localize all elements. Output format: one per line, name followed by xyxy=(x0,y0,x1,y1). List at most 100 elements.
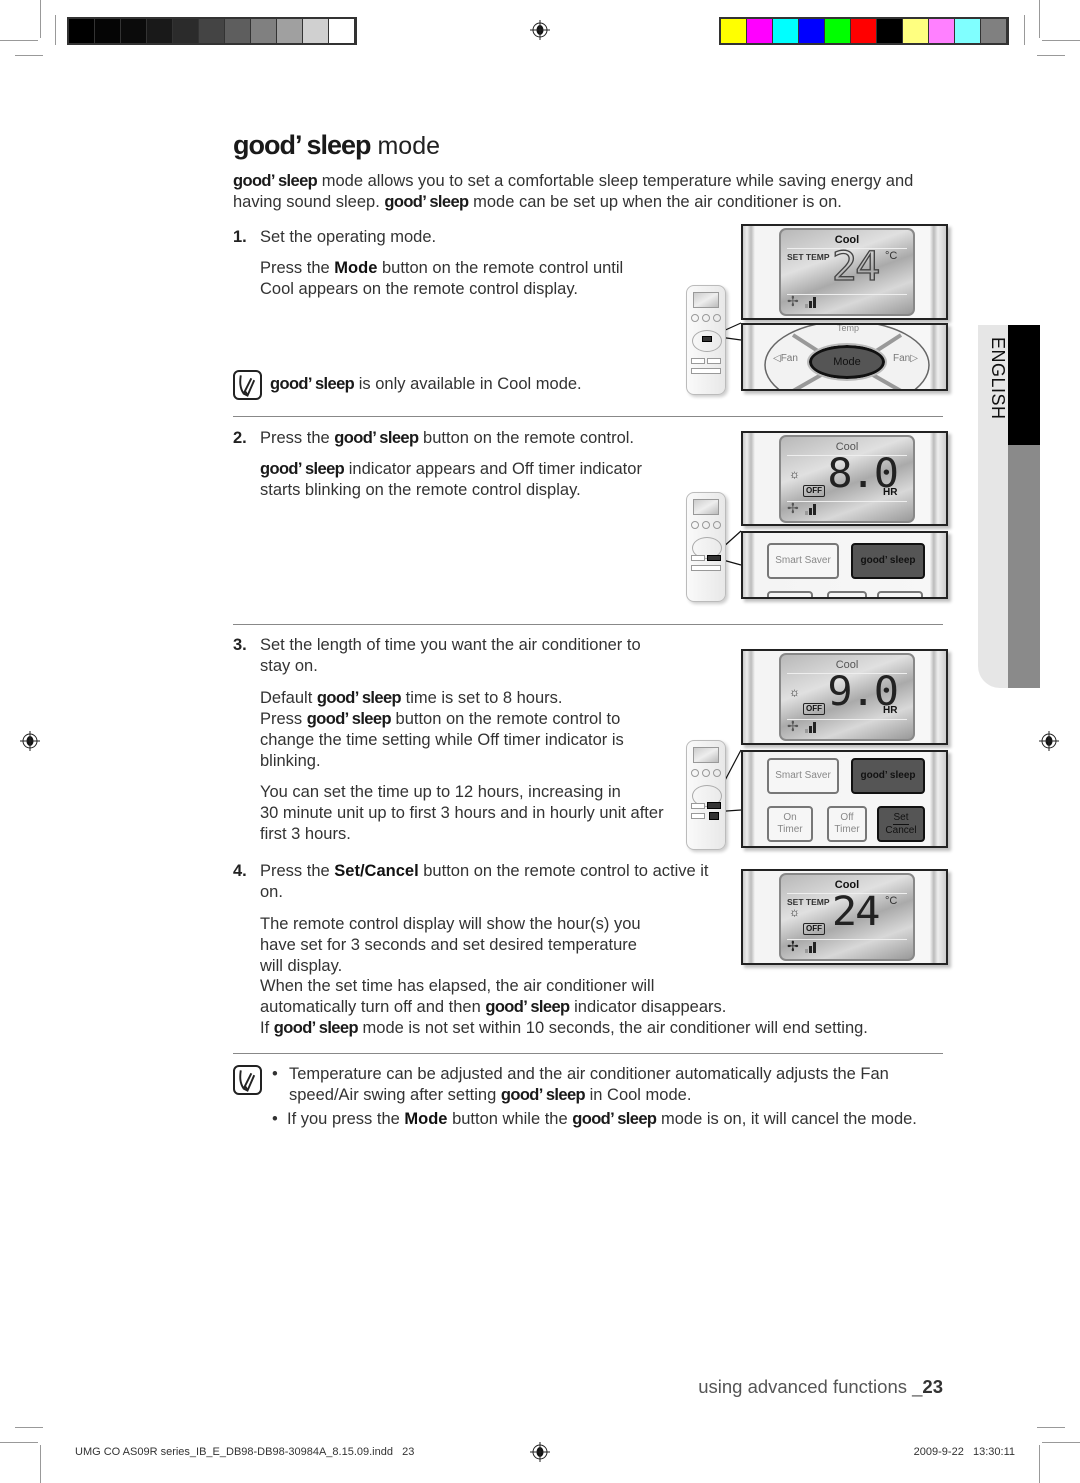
step-body: Press the Mode button on the remote cont… xyxy=(260,258,623,300)
set-cancel-button[interactable] xyxy=(877,591,923,597)
title-suffix: mode xyxy=(370,132,441,160)
text-line: starts blinking on the remote control di… xyxy=(260,480,642,501)
language-tab-marker xyxy=(1008,325,1040,445)
fan-speed-icon xyxy=(805,722,816,733)
off-timer-indicator: OFF xyxy=(803,485,825,497)
text-run: will display. xyxy=(260,956,343,975)
crop-mark xyxy=(1042,1442,1080,1443)
crop-mark xyxy=(1037,1427,1065,1428)
crop-mark xyxy=(55,15,56,45)
button-name: Set/Cancel xyxy=(334,862,419,880)
text-line: Press the good’ sleep button on the remo… xyxy=(260,428,634,449)
text-run: When the set time has elapsed, the air c… xyxy=(260,977,655,996)
note-text: good’ sleep is only available in Cool mo… xyxy=(270,374,582,395)
color-swatch xyxy=(903,19,929,43)
hour-unit: HR xyxy=(883,705,898,716)
fan-icon: ✢ xyxy=(787,718,799,734)
color-swatch xyxy=(747,19,773,43)
text-run: mode is not set within 10 seconds, the a… xyxy=(357,1018,868,1037)
text-run: indicator appears and Off timer indicato… xyxy=(344,460,642,478)
text-run: time is set to 8 hours. xyxy=(401,689,563,707)
color-swatch xyxy=(225,19,251,43)
brand-name: good’ sleep xyxy=(316,689,402,707)
brand-name: good’ sleep xyxy=(270,375,355,393)
fan-icon: ✢ xyxy=(787,938,799,954)
page-number: 23 xyxy=(922,1376,943,1397)
text-line: Set the length of time you want the air … xyxy=(260,635,641,656)
page-footer: using advanced functions _23 xyxy=(698,1376,943,1398)
good-sleep-button[interactable]: good’ sleep xyxy=(851,758,925,794)
section-name: using advanced functions _ xyxy=(698,1376,923,1397)
text-run: button while the xyxy=(447,1110,573,1128)
fan-speed-icon xyxy=(805,942,816,953)
remote-buttons-timer: Smart Saver good’ sleep On Timer Off Tim… xyxy=(741,750,948,848)
crop-mark xyxy=(15,1427,43,1428)
registration-mark-icon xyxy=(530,20,550,40)
text-line: 30 minute unit up to first 3 hours and i… xyxy=(260,803,664,824)
off-timer-indicator: OFF xyxy=(803,923,825,935)
set-temp-label: SET TEMP xyxy=(787,252,830,262)
step-heading: Press the good’ sleep button on the remo… xyxy=(260,428,634,449)
text-run: in Cool mode. xyxy=(585,1085,692,1104)
fan-icon: ✢ xyxy=(787,293,799,309)
divider xyxy=(233,624,943,625)
brand-name: good’ sleep xyxy=(233,130,372,160)
print-slug-file: UMG CO AS09R series_IB_E_DB98-DB98-30984… xyxy=(75,1446,415,1458)
button-name: Mode xyxy=(404,1110,448,1128)
text-line: When the set time has elapsed, the air c… xyxy=(260,976,868,997)
step-number: 1. xyxy=(233,228,247,246)
divider xyxy=(233,416,943,417)
text-line: Cool appears on the remote control displ… xyxy=(260,279,623,300)
step-heading: Press the Set/Cancel button on the remot… xyxy=(260,861,709,903)
crop-mark xyxy=(15,55,43,56)
color-swatch xyxy=(69,19,95,43)
button-name: Mode xyxy=(334,259,378,277)
registration-mark-icon xyxy=(20,731,40,751)
text-line: Temperature can be adjusted and the air … xyxy=(289,1064,889,1085)
fan-left-button[interactable]: ◁Fan xyxy=(773,353,798,364)
crop-mark xyxy=(1042,40,1080,41)
color-swatch xyxy=(95,19,121,43)
mode-button[interactable]: Mode xyxy=(807,343,887,381)
text-run: have set for 3 seconds and set desired t… xyxy=(260,935,637,954)
color-swatch xyxy=(147,19,173,43)
crop-mark xyxy=(1039,1445,1040,1483)
remote-display-timer: Cool ☼ OFF 8.0 HR ✢ xyxy=(741,431,948,526)
remote-buttons-sleep: Smart Saver good’ sleep xyxy=(741,531,948,599)
temperature-unit: °C xyxy=(885,895,898,907)
text-run: stay on. xyxy=(260,656,318,675)
good-sleep-indicator-icon: ☼ xyxy=(789,905,800,919)
note-item: Temperature can be adjusted and the air … xyxy=(289,1064,889,1106)
text-run: Temperature can be adjusted and the air … xyxy=(289,1065,889,1083)
text-line: blinking. xyxy=(260,751,624,772)
text-run: Default xyxy=(260,689,317,707)
remote-control-illustration xyxy=(686,285,726,395)
crop-mark xyxy=(1039,0,1040,38)
brand-name: good’ sleep xyxy=(334,429,419,447)
smart-saver-button[interactable]: Smart Saver xyxy=(767,758,839,794)
fan-right-button[interactable]: Fan▷ xyxy=(893,353,918,364)
smart-saver-button[interactable]: Smart Saver xyxy=(767,543,839,579)
set-cancel-button[interactable]: Set Cancel xyxy=(877,806,925,842)
registration-mark-icon xyxy=(1039,731,1059,751)
on-timer-button[interactable] xyxy=(767,591,813,597)
on-timer-button[interactable]: On Timer xyxy=(767,806,813,842)
note-icon xyxy=(233,1065,262,1095)
text-run: change the time setting while Off timer … xyxy=(260,730,624,749)
color-swatch xyxy=(981,19,1007,43)
good-sleep-button[interactable]: good’ sleep xyxy=(851,543,925,579)
text-run: 30 minute unit up to first 3 hours and i… xyxy=(260,803,664,822)
text-line: If good’ sleep mode is not set within 10… xyxy=(260,1018,868,1039)
off-timer-button[interactable] xyxy=(827,591,867,597)
gray-calibration-bar xyxy=(67,17,357,45)
color-calibration-bar xyxy=(719,17,1009,45)
off-timer-button[interactable]: Off Timer xyxy=(827,806,867,842)
step-number: 3. xyxy=(233,636,247,654)
color-swatch xyxy=(877,19,903,43)
crop-mark xyxy=(40,0,41,38)
text-line: speed/Air swing after setting good’ slee… xyxy=(289,1085,889,1106)
text-run: You can set the time up to 12 hours, inc… xyxy=(260,783,621,801)
text-line: good’ sleep is only available in Cool mo… xyxy=(270,374,582,395)
text-line: having sound sleep. good’ sleep mode can… xyxy=(233,192,913,213)
text-line: You can set the time up to 12 hours, inc… xyxy=(260,782,664,803)
